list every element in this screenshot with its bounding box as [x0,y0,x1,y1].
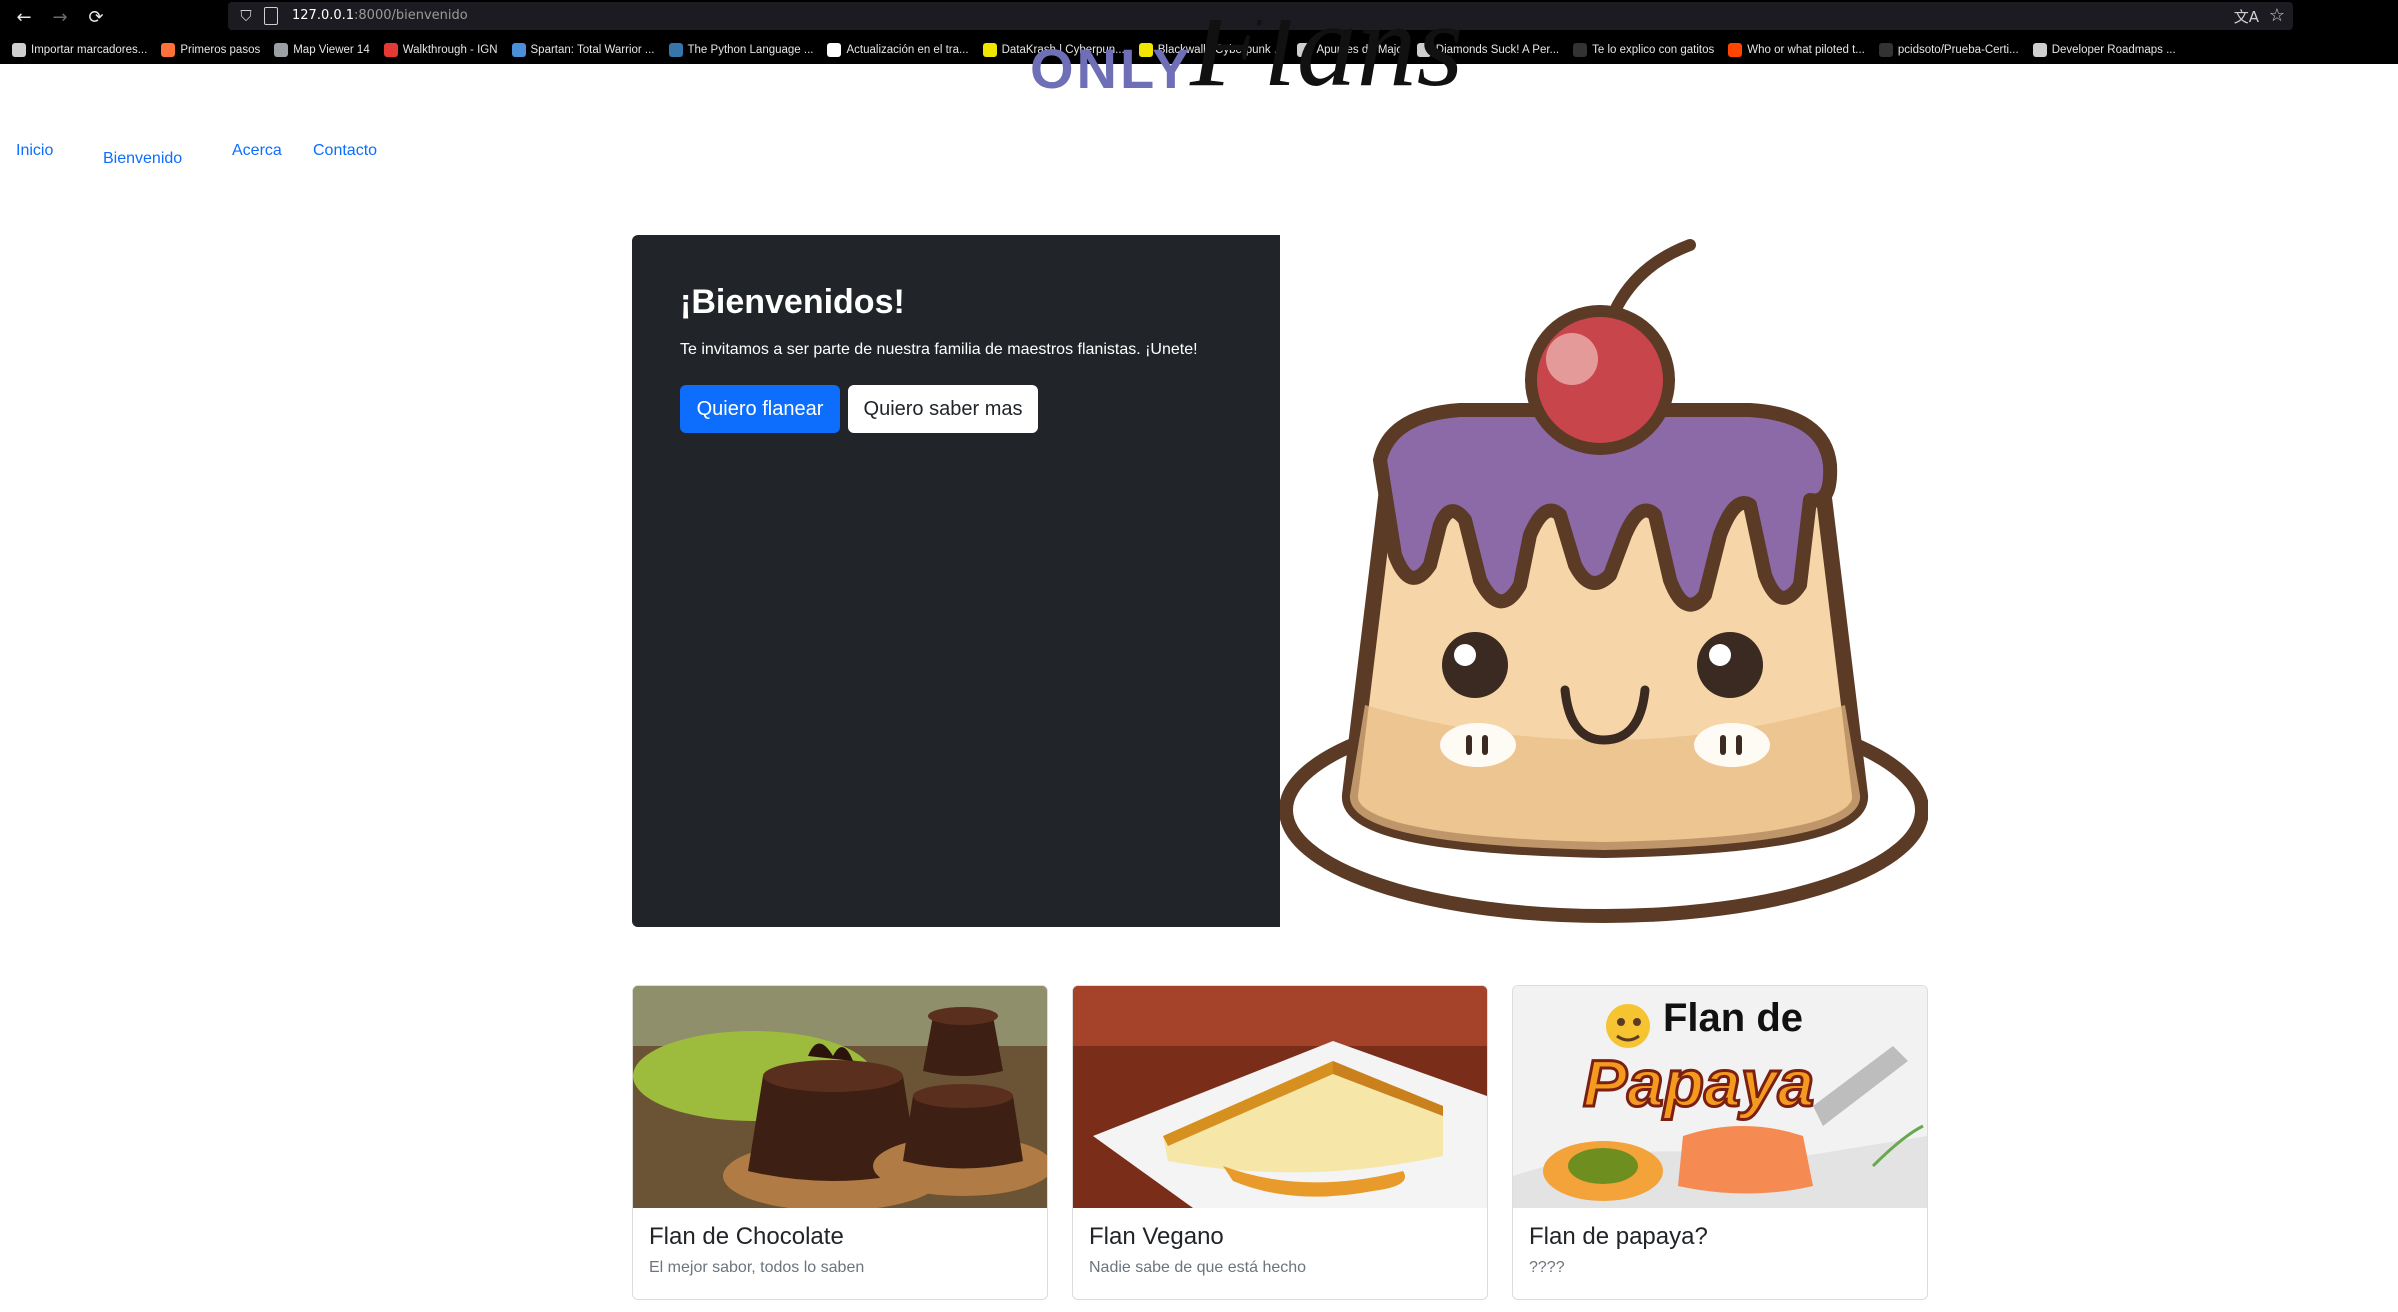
right-eye-shine [1709,644,1731,666]
back-arrow-icon[interactable]: ← [12,5,36,29]
hero-section: ¡Bienvenidos! Te invitamos a ser parte d… [632,235,1929,927]
bookmark-item[interactable]: Who or what piloted t... [1728,43,1865,57]
card-flan-vegano[interactable]: Flan Vegano Nadie sabe de que está hecho [1072,985,1488,1300]
nav-acerca[interactable]: Acerca [232,142,282,160]
right-cheek-shape [1694,723,1770,767]
hero-title: ¡Bienvenidos! [680,283,905,321]
site-logo[interactable]: ONLY Flans [1030,20,1530,110]
hero-text: Te invitamos a ser parte de nuestra fami… [680,341,1198,358]
logo-word-only: ONLY [1030,37,1193,100]
bookmark-label: Developer Roadmaps ... [2051,44,2176,56]
bookmark-favicon-icon [1878,43,1893,57]
left-eye-shine [1454,644,1476,666]
bookmark-label: Spartan: Total Warrior ... [530,44,655,56]
bookmark-favicon-icon [827,43,842,57]
bookmark-item[interactable]: Actualización en el tra... [827,43,969,57]
bookmark-favicon-icon [1573,43,1588,57]
bookmark-label: Actualización en el tra... [846,44,969,56]
bookmark-item[interactable]: Importar marcadores... [12,43,147,57]
card-text: El mejor sabor, todos lo saben [649,1259,865,1276]
bookmark-label: Primeros pasos [180,44,261,56]
card-title: Flan de papaya? [1529,1223,1708,1250]
svg-text:Papaya: Papaya [1583,1046,1814,1120]
bookmark-item[interactable]: Walkthrough - IGN [383,43,498,57]
quiero-saber-mas-button[interactable]: Quiero saber mas [848,385,1038,433]
bookmark-favicon-icon [511,43,526,57]
cherry-shape [1537,317,1663,443]
left-eye-shape [1442,632,1508,698]
flan-illustration-svg [1279,239,1929,923]
card-text: Nadie sabe de que está hecho [1089,1259,1307,1276]
bookmark-label: Who or what piloted t... [1747,44,1865,56]
right-eye-shape [1697,632,1763,698]
bookmark-item[interactable]: Spartan: Total Warrior ... [511,43,655,57]
bookmark-label: Importar marcadores... [31,44,148,56]
chocolate-flan-image [633,986,1047,1208]
card-title: Flan de Chocolate [649,1223,844,1250]
bookmark-label: Te lo explico con gatitos [1592,44,1715,56]
bookmark-item[interactable]: Primeros pasos [161,43,260,57]
bookmark-item[interactable]: pcidsoto/Prueba-Certi... [1878,43,2019,57]
bookmark-star-icon[interactable]: ☆ [2269,5,2285,26]
bookmark-label: Walkthrough - IGN [402,44,498,56]
nav-bienvenido[interactable]: Bienvenido [103,150,182,168]
bookmark-favicon-icon [668,43,683,57]
bookmark-favicon-icon [383,43,398,57]
cherry-highlight-shape [1546,333,1598,385]
vegan-flan-image [1073,986,1487,1208]
papaya-flan-image: Flan de Papaya [1513,986,1927,1208]
bookmark-item[interactable]: Map Viewer 14 [274,43,370,57]
bookmark-favicon-icon [2032,43,2047,57]
bookmark-label: The Python Language ... [687,44,814,56]
quiero-flanear-button[interactable]: Quiero flanear [680,385,840,433]
forward-arrow-icon[interactable]: → [48,5,72,29]
site-nav: Inicio Bienvenido Acerca Contacto [0,140,600,180]
card-flan-chocolate[interactable]: Flan de Chocolate El mejor sabor, todos … [632,985,1048,1300]
bookmark-item[interactable]: The Python Language ... [668,43,814,57]
flan-cards: Flan de Chocolate El mejor sabor, todos … [632,985,1928,1300]
translate-icon[interactable]: 文A [2234,6,2259,27]
bookmark-label: pcidsoto/Prueba-Certi... [1897,44,2019,56]
nav-contacto[interactable]: Contacto [313,142,377,160]
bookmark-favicon-icon [982,43,997,57]
bookmark-item[interactable]: Developer Roadmaps ... [2032,43,2176,57]
left-cheek-shape [1440,723,1516,767]
shield-icon[interactable]: ⛉ [236,6,256,26]
bookmark-favicon-icon [274,43,289,57]
card-flan-papaya[interactable]: Flan de Papaya Flan de papaya? ???? [1512,985,1928,1300]
card-title: Flan Vegano [1089,1223,1224,1250]
reload-icon[interactable]: ⟳ [84,5,108,29]
page-icon[interactable] [264,7,278,25]
bookmark-label: Map Viewer 14 [293,44,370,56]
logo-word-flans: Flans [1190,20,1464,110]
hero-panel: ¡Bienvenidos! Te invitamos a ser parte d… [632,235,1280,927]
flan-illustration [1279,235,1929,927]
card-text: ???? [1529,1259,1565,1276]
bookmark-favicon-icon [161,43,176,57]
url-text[interactable]: 127.0.0.1:8000/bienvenido [292,8,468,23]
bookmark-favicon-icon [1728,43,1743,57]
bookmark-favicon-icon [12,43,26,57]
papaya-image-caption: Flan de [1663,996,1803,1040]
bookmark-item[interactable]: Te lo explico con gatitos [1573,43,1714,57]
nav-inicio[interactable]: Inicio [16,142,53,160]
